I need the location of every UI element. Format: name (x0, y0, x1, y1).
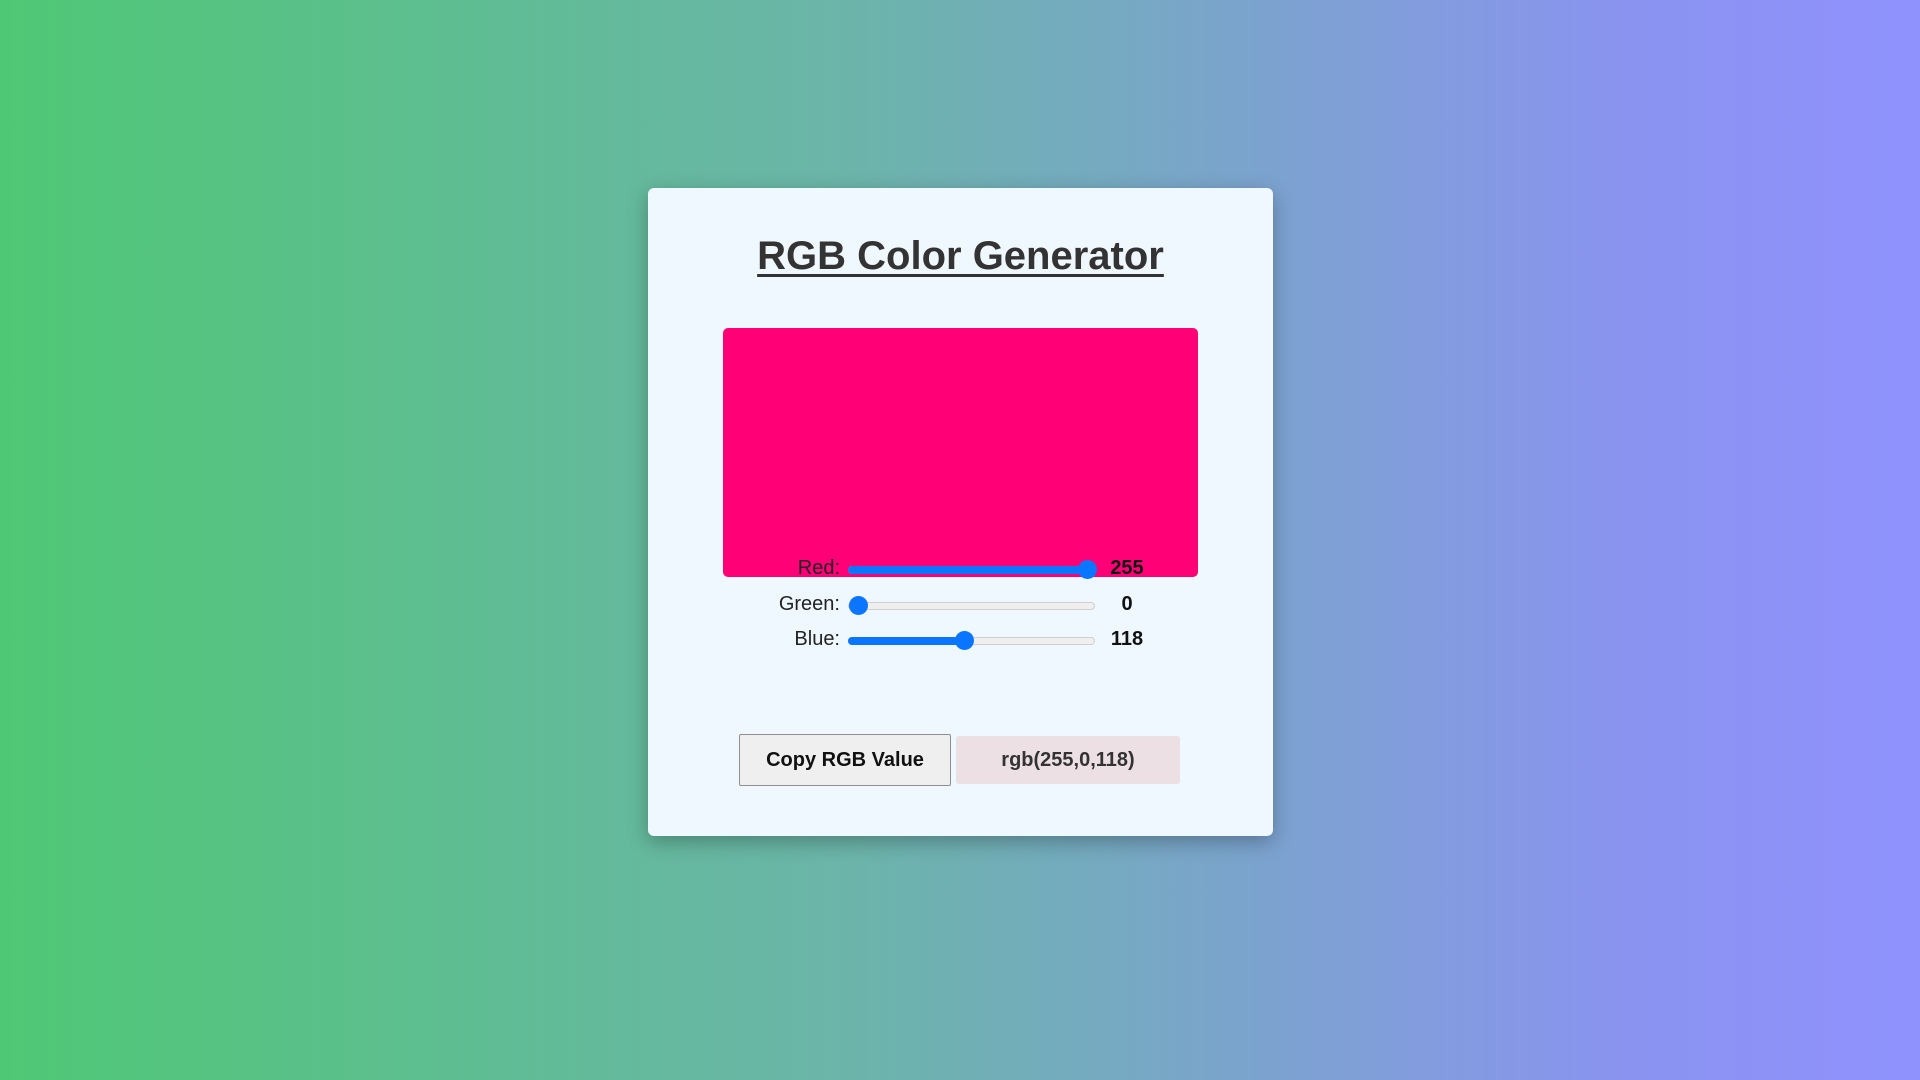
green-slider-row: Green: 0 (648, 589, 1273, 619)
red-value: 255 (1110, 557, 1144, 579)
green-slider[interactable] (848, 596, 1095, 615)
red-label: Red: (797, 557, 840, 579)
blue-slider[interactable] (848, 631, 1095, 650)
red-slider-row: Red: 255 (648, 553, 1273, 583)
rgb-value-display: rgb(255,0,118) (956, 736, 1180, 784)
blue-slider-fill (848, 637, 963, 645)
red-slider-thumb[interactable] (1078, 560, 1097, 579)
blue-value: 118 (1110, 628, 1144, 650)
color-generator-card: RGB Color Generator Red: 255 Green: 0 Bl… (648, 188, 1273, 836)
color-preview (723, 328, 1198, 577)
blue-slider-row: Blue: 118 (648, 624, 1273, 654)
green-label: Green: (778, 593, 840, 615)
copy-rgb-button[interactable]: Copy RGB Value (739, 734, 951, 786)
blue-slider-thumb[interactable] (954, 631, 974, 650)
red-slider-fill (848, 566, 1086, 574)
red-slider[interactable] (848, 560, 1097, 579)
green-value: 0 (1121, 593, 1133, 615)
green-slider-thumb[interactable] (849, 596, 868, 615)
blue-label: Blue: (794, 628, 840, 650)
page-title: RGB Color Generator (757, 234, 1164, 278)
